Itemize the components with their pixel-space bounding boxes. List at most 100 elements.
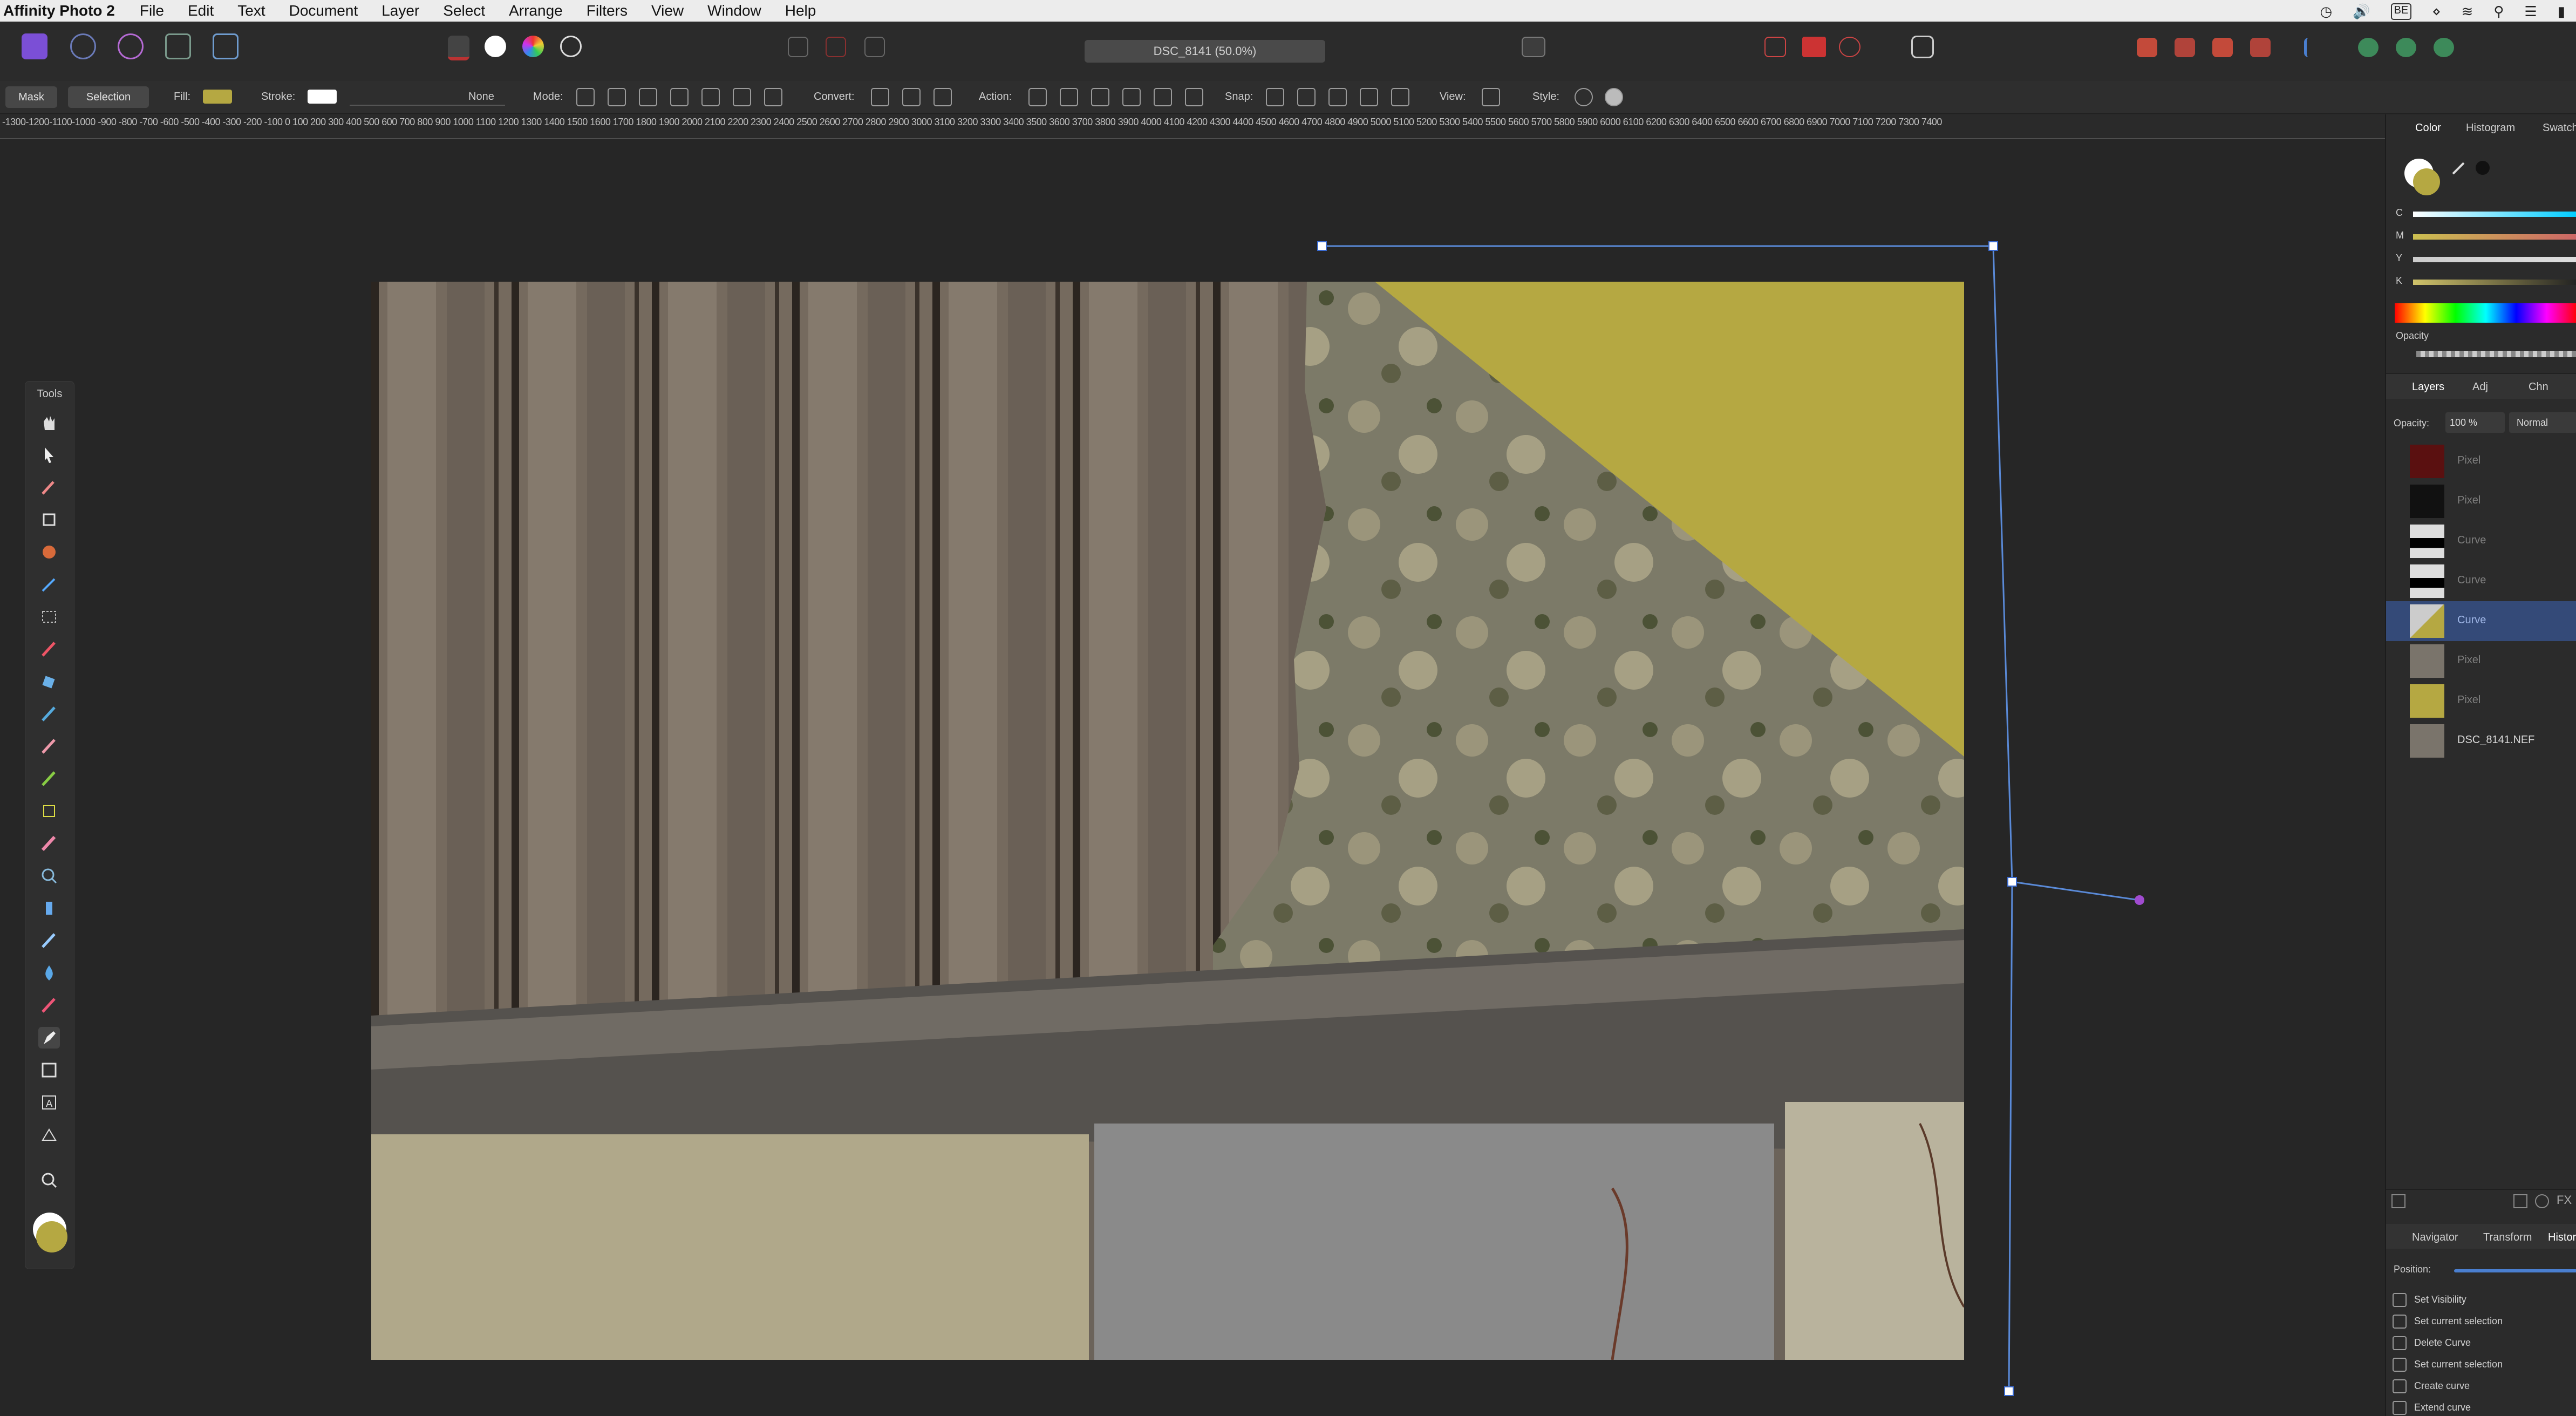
style-outline-icon[interactable] [1575,88,1593,106]
photo-persona-icon[interactable] [22,33,47,59]
add-adjustment-icon[interactable] [2535,1194,2549,1208]
auto-white-balance-icon[interactable] [560,36,582,57]
layer-row-selected[interactable]: Curve [2386,601,2576,641]
tab-navigator[interactable]: Navigator [2412,1231,2458,1244]
tab-histogram[interactable]: Histogram [2466,122,2515,134]
layer-row[interactable]: Curve [2386,561,2576,601]
boolean-subtract-icon[interactable] [2396,38,2416,57]
menu-layer[interactable]: Layer [381,2,419,19]
volume-icon[interactable]: 🔊 [2353,3,2370,20]
path-node[interactable] [1988,241,1998,251]
auto-colors-icon[interactable] [522,36,544,57]
convert-sharp-icon[interactable] [871,88,889,106]
color-spectrum[interactable] [2395,303,2576,323]
auto-contrast-icon[interactable] [485,36,506,57]
menu-text[interactable]: Text [237,2,265,19]
add-mask-icon[interactable] [2513,1194,2527,1208]
history-item[interactable]: Create curve [2393,1379,2470,1393]
fx-icon[interactable]: FX [2557,1193,2572,1207]
boolean-add-icon[interactable] [2358,38,2379,57]
reverse-curve-icon[interactable] [1154,88,1172,106]
fill-well[interactable] [2413,168,2440,195]
menu-window[interactable]: Window [707,2,761,19]
mask-button[interactable]: Mask [5,86,57,108]
line-mode-icon[interactable] [670,88,689,106]
convert-smart-icon[interactable] [933,88,952,106]
snap-to-geometry-icon[interactable] [1391,88,1409,106]
develop-persona-icon[interactable] [118,33,144,59]
app-menu[interactable]: Affinity Photo 2 [3,2,115,19]
snap-to-curves-icon[interactable] [1266,88,1284,106]
convert-smooth-icon[interactable] [902,88,921,106]
arrange-back-icon[interactable] [2137,38,2157,57]
menu-document[interactable]: Document [289,2,358,19]
path-node[interactable] [2007,877,2017,887]
control-center-icon[interactable]: ☰ [2524,3,2537,20]
path-handle[interactable] [2135,895,2144,905]
arrange-forward-icon[interactable] [2212,38,2233,57]
path-node[interactable] [1317,241,1327,251]
invert-selection-icon[interactable] [864,37,885,57]
arrange-backward-icon[interactable] [2175,38,2195,57]
snap-to-guides-icon[interactable] [1360,88,1378,106]
horizontal-ruler[interactable]: -1300-1200-1100-1000 -900 -800 -700 -600… [0,114,2385,139]
snap-to-handles-icon[interactable] [1328,88,1347,106]
spotlight-search-icon[interactable]: ⚲ [2493,3,2504,20]
cyan-slider[interactable] [2413,212,2576,217]
menu-help[interactable]: Help [785,2,816,19]
layer-opacity-field[interactable]: 100 % [2445,412,2505,433]
smart-mode-icon[interactable] [608,88,626,106]
select-all-icon[interactable] [788,37,808,57]
tab-channels[interactable]: Chn [2529,381,2548,393]
menu-view[interactable]: View [651,2,684,19]
add-curve-icon[interactable] [733,88,751,106]
tab-history[interactable]: Histor [2548,1231,2576,1244]
black-swatch[interactable] [2476,161,2490,175]
snap-to-points-icon[interactable] [1297,88,1316,106]
yellow-slider[interactable] [2413,257,2576,262]
style-filled-icon[interactable] [1605,88,1623,106]
force-pixel-alignment-icon[interactable] [1802,37,1826,57]
menu-filters[interactable]: Filters [587,2,628,19]
key-slider[interactable] [2413,280,2576,285]
close-curve-icon[interactable] [1060,88,1078,106]
history-item[interactable]: Delete Curve [2393,1336,2471,1350]
tab-color[interactable]: Color [2415,122,2441,134]
auto-levels-icon[interactable] [448,36,469,60]
tab-transform[interactable]: Transform [2483,1231,2532,1244]
layer-row[interactable]: Pixel [2386,681,2576,721]
snapping-icon[interactable] [1764,37,1786,57]
assistant-icon[interactable] [1911,36,1934,58]
layer-row[interactable]: Pixel [2386,481,2576,521]
tone-mapping-persona-icon[interactable] [165,33,191,59]
history-item[interactable]: Set Visibility [2393,1293,2466,1307]
history-item[interactable]: Set current selection [2393,1358,2503,1372]
menu-edit[interactable]: Edit [188,2,214,19]
menu-select[interactable]: Select [443,2,485,19]
opacity-slider[interactable] [2416,351,2576,357]
layer-settings-icon[interactable] [2391,1194,2405,1208]
history-item[interactable]: Set current selection [2393,1315,2503,1329]
menu-arrange[interactable]: Arrange [509,2,563,19]
fill-swatch[interactable] [203,90,232,104]
document-title[interactable]: DSC_8141 (50.0%) [1085,40,1325,63]
layer-row[interactable]: DSC_8141.NEF [2386,721,2576,761]
battery-icon[interactable]: ▮ [2558,3,2565,20]
clock-icon[interactable]: ◷ [2320,3,2333,20]
add-shape-icon[interactable] [764,88,782,106]
polygon-mode-icon[interactable] [639,88,657,106]
show-handles-icon[interactable] [1482,88,1500,106]
eyedropper-icon[interactable] [2451,160,2467,176]
tab-swatches[interactable]: Swatches [2543,122,2576,134]
move-by-whole-pixels-icon[interactable] [1839,37,1861,57]
blend-mode-select[interactable]: Normal [2509,412,2576,433]
pen-mode-icon[interactable] [576,88,595,106]
selection-button[interactable]: Selection [68,86,149,108]
history-position-slider[interactable] [2454,1269,2576,1272]
reverse-direction-icon[interactable] [1185,88,1203,106]
smooth-curve-icon[interactable] [1091,88,1109,106]
stroke-swatch[interactable] [308,90,337,104]
layer-row[interactable]: Pixel [2386,441,2576,481]
stroke-value[interactable]: None [468,91,494,103]
magenta-slider[interactable] [2413,234,2576,240]
